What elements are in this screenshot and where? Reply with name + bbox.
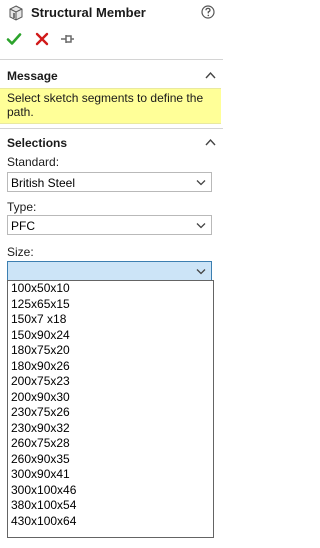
message-box: Select sketch segments to define the pat…	[0, 88, 221, 124]
property-manager-panel: Structural Member Message Select sketch …	[0, 0, 223, 548]
ok-button[interactable]	[6, 31, 22, 47]
page-title: Structural Member	[31, 5, 146, 20]
size-option[interactable]: 230x75x26	[8, 405, 213, 421]
type-label: Type:	[7, 200, 37, 214]
size-option[interactable]: 380x100x54	[8, 498, 213, 514]
size-option[interactable]: 300x90x41	[8, 467, 213, 483]
message-section-title: Message	[7, 69, 58, 83]
cancel-button[interactable]	[34, 31, 50, 47]
divider	[0, 128, 223, 129]
size-option[interactable]: 200x90x30	[8, 390, 213, 406]
size-option[interactable]: 300x100x46	[8, 483, 213, 499]
selections-section-header[interactable]: Selections	[0, 132, 223, 154]
keep-visible-pushpin-button[interactable]	[59, 31, 75, 47]
chevron-down-icon	[196, 180, 206, 186]
size-option[interactable]: 125x65x15	[8, 297, 213, 313]
size-option[interactable]: 200x75x23	[8, 374, 213, 390]
size-option[interactable]: 150x90x24	[8, 328, 213, 344]
message-section-header[interactable]: Message	[0, 65, 223, 87]
size-option[interactable]: 430x100x64	[8, 514, 213, 530]
chevron-up-icon[interactable]	[205, 71, 216, 79]
size-option[interactable]: 230x90x32	[8, 421, 213, 437]
size-label: Size:	[7, 245, 34, 259]
chevron-down-icon	[196, 223, 206, 229]
standard-select[interactable]: British Steel	[7, 172, 212, 192]
help-icon[interactable]	[201, 5, 215, 19]
title-bar: Structural Member	[0, 0, 223, 28]
structural-member-icon	[9, 5, 23, 21]
type-value: PFC	[11, 219, 35, 233]
chevron-down-icon	[196, 269, 206, 275]
chevron-up-icon[interactable]	[205, 138, 216, 146]
size-option[interactable]: 260x75x28	[8, 436, 213, 452]
message-text: Select sketch segments to define the pat…	[7, 91, 204, 119]
standard-label: Standard:	[7, 155, 60, 169]
size-option[interactable]: 100x50x10	[8, 281, 213, 297]
size-dropdown-list: 100x50x10 125x65x15 150x7 x18 150x90x24 180x…	[7, 280, 214, 538]
size-option[interactable]: 150x7 x18	[8, 312, 213, 328]
divider	[0, 59, 223, 60]
size-option[interactable]: 180x75x20	[8, 343, 213, 359]
standard-value: British Steel	[11, 176, 76, 190]
size-option[interactable]: 180x90x26	[8, 359, 213, 375]
selections-section-title: Selections	[7, 136, 68, 150]
size-option[interactable]: 260x90x35	[8, 452, 213, 468]
size-select[interactable]	[7, 261, 212, 281]
type-select[interactable]: PFC	[7, 215, 212, 235]
